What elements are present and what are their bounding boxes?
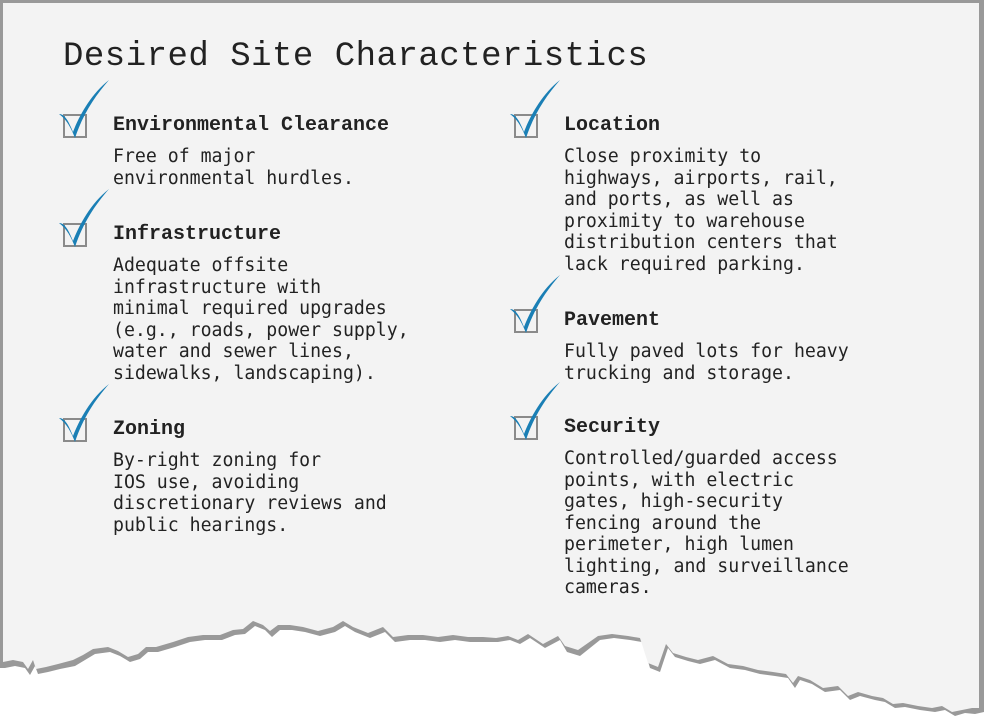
criterion-heading: Location [564, 114, 661, 137]
criterion-heading: Security [564, 416, 661, 439]
checkmark-icon [510, 382, 560, 440]
page-title: Desired Site Characteristics [63, 38, 649, 76]
criterion-description: Free of major environmental hurdles. [113, 146, 354, 189]
criterion-heading: Zoning [113, 418, 186, 441]
criterion-description: Fully paved lots for heavy trucking and … [564, 341, 849, 384]
criterion-description: By-right zoning for IOS use, avoiding di… [113, 450, 387, 536]
criterion-heading: Pavement [564, 309, 661, 332]
checkmark-icon [59, 189, 109, 247]
criterion-heading: Environmental Clearance [113, 114, 390, 137]
checkmark-icon [510, 80, 560, 138]
criterion-description: Adequate offsite infrastructure with min… [113, 255, 409, 384]
criterion-description: Controlled/guarded access points, with e… [564, 448, 849, 598]
criterion-description: Close proximity to highways, airports, r… [564, 146, 838, 275]
checkmark-icon [59, 384, 109, 442]
criterion-heading: Infrastructure [113, 223, 282, 246]
checkmark-icon [59, 80, 109, 138]
checkmark-icon [510, 275, 560, 333]
